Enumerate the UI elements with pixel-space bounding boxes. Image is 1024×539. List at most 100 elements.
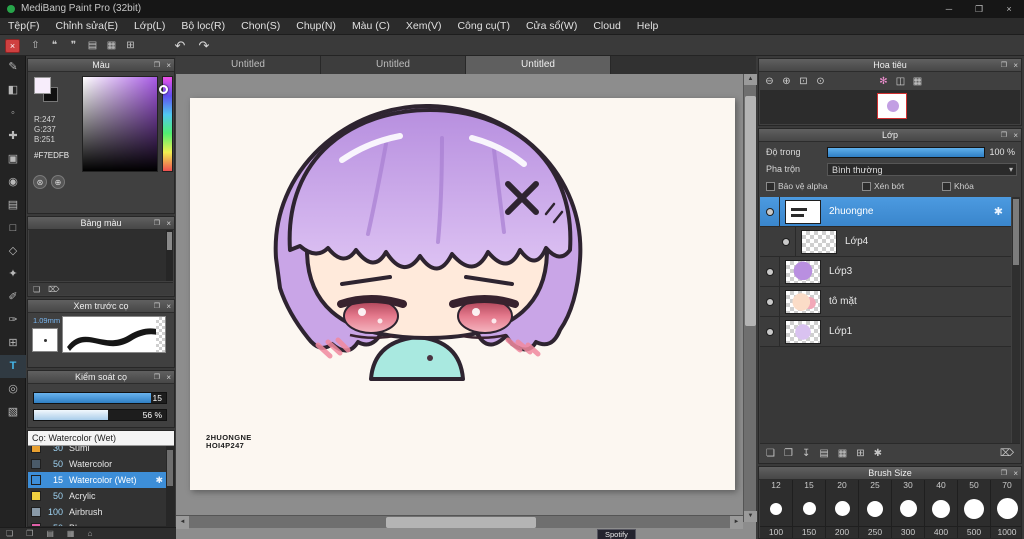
brush-size-option[interactable]: 200 — [826, 527, 858, 538]
brush-size-option[interactable]: 20 — [826, 480, 858, 526]
layer-settings-icon[interactable]: ✱ — [874, 448, 882, 459]
canvas[interactable]: 2HUONGNE HOI4P247 — [190, 98, 735, 490]
brush-item[interactable]: 50 Watercolor — [28, 456, 166, 472]
blend-mode-dropdown[interactable]: Bình thường ▾ — [827, 163, 1017, 176]
new-folder-icon[interactable]: ▤ — [819, 448, 828, 459]
menu-window[interactable]: Cửa sổ(W) — [518, 18, 585, 34]
select-eraser-tool[interactable]: ✑ — [0, 309, 26, 332]
eyedropper-tool[interactable]: ◎ — [0, 378, 26, 401]
menu-edit[interactable]: Chỉnh sửa(E) — [48, 18, 126, 34]
merge-layer-icon[interactable]: ⊞ — [856, 448, 864, 459]
popout-icon[interactable]: ❐ — [154, 217, 160, 230]
delete-palette-icon[interactable]: ⌦ — [48, 283, 59, 295]
zoom-actual-icon[interactable]: ⊙ — [812, 75, 829, 89]
layer-visibility-toggle[interactable] — [776, 226, 796, 257]
delete-layer-icon[interactable]: ⌦ — [1000, 448, 1014, 459]
select-tool[interactable]: □ — [0, 217, 26, 240]
undo-button[interactable]: ↶ — [168, 38, 192, 54]
layer-row[interactable]: Lớp1 — [760, 316, 1011, 347]
horizontal-scroll-thumb[interactable] — [386, 517, 536, 528]
brush-size-option[interactable]: 400 — [925, 527, 957, 538]
magic-wand-tool[interactable]: ✦ — [0, 263, 26, 286]
menu-tools[interactable]: Công cụ(T) — [449, 18, 518, 34]
brush-list-scrollbar[interactable] — [166, 446, 174, 526]
brush-size-slider[interactable]: 15 — [33, 392, 167, 404]
brush-size-option[interactable]: 15 — [793, 480, 825, 526]
foreground-color-swatch[interactable] — [34, 77, 51, 94]
brush-size-option[interactable]: 1000 — [991, 527, 1021, 538]
current-brush-label[interactable]: Cọ: Watercolor (Wet) — [28, 431, 174, 446]
brush-item[interactable]: 50 Acrylic — [28, 488, 166, 504]
add-color-icon[interactable]: ⊕ — [51, 175, 65, 189]
lasso-tool[interactable]: ◇ — [0, 240, 26, 263]
layer-list-scrollbar[interactable] — [1012, 197, 1020, 444]
popout-icon[interactable]: ❐ — [154, 300, 160, 313]
brush-size-option[interactable]: 40 — [925, 480, 957, 526]
brush-size-option[interactable]: 70 — [991, 480, 1021, 526]
status-icon-3[interactable]: ▤ — [46, 528, 54, 539]
zoom-in-icon[interactable]: ⊕ — [778, 75, 795, 89]
zoom-out-icon[interactable]: ⊖ — [761, 75, 778, 89]
menu-filter[interactable]: Bộ lọc(R) — [173, 18, 233, 34]
hue-slider-marker[interactable] — [159, 85, 168, 94]
protect-alpha-checkbox[interactable]: Bảo vệ alpha — [766, 181, 828, 191]
spotify-taskbar-button[interactable]: Spotify — [597, 529, 636, 539]
layer-row[interactable]: Lớp3 — [760, 256, 1011, 287]
list-icon[interactable]: ▦ — [102, 38, 121, 54]
flip-horizontal-icon[interactable]: ◫ — [892, 75, 909, 89]
new-layer-icon[interactable]: ❏ — [766, 448, 775, 459]
menu-cloud[interactable]: Cloud — [585, 18, 628, 34]
layer-row[interactable]: tô mặt — [760, 286, 1011, 317]
save-icon[interactable]: ⇧ — [26, 38, 45, 54]
move-tool[interactable]: ✚ — [0, 125, 26, 148]
close-panel-icon[interactable]: × — [1013, 129, 1018, 142]
close-panel-icon[interactable]: × — [1013, 467, 1018, 480]
comment-icon[interactable]: ❝ — [45, 38, 64, 54]
operation-tool[interactable]: ⊞ — [0, 332, 26, 355]
opacity-slider[interactable] — [827, 147, 985, 158]
layer-visibility-toggle[interactable] — [760, 316, 780, 347]
lock-checkbox[interactable]: Khóa — [942, 181, 974, 191]
dot-tool[interactable]: ◦ — [0, 102, 26, 125]
navigator-thumbnail[interactable] — [877, 93, 907, 119]
fit-window-icon[interactable]: ⊡ — [795, 75, 812, 89]
add-palette-icon[interactable]: ❏ — [33, 283, 40, 295]
palette-list[interactable] — [29, 230, 173, 281]
canvas-horizontal-scrollbar[interactable]: ◄ ► — [176, 515, 743, 529]
popout-icon[interactable]: ❐ — [1001, 467, 1007, 480]
popout-icon[interactable]: ❐ — [154, 59, 160, 72]
brush-tool[interactable]: ✎ — [0, 56, 26, 79]
brush-settings-gear-icon[interactable]: ✱ — [155, 475, 163, 486]
brush-item-selected[interactable]: 15 Watercolor (Wet) ✱ — [28, 472, 166, 488]
gradient-tool[interactable]: ▤ — [0, 194, 26, 217]
status-icon-4[interactable]: ▦ — [67, 528, 75, 539]
close-panel-icon[interactable]: × — [166, 300, 171, 313]
layer-row-selected[interactable]: 2huongne ✱ — [760, 197, 1011, 227]
brush-item[interactable]: 30 Sumi — [28, 446, 166, 456]
tab-untitled-1[interactable]: Untitled — [176, 56, 321, 74]
duplicate-layer-icon[interactable]: ❐ — [784, 448, 793, 459]
status-icon-5[interactable]: ⌂ — [87, 528, 92, 539]
text-tool[interactable]: T — [0, 355, 26, 378]
close-panel-icon[interactable]: × — [166, 371, 171, 384]
saturation-value-picker[interactable] — [82, 76, 158, 172]
brush-size-option[interactable]: 250 — [859, 527, 891, 538]
close-panel-icon[interactable]: × — [166, 217, 171, 230]
menu-view[interactable]: Xem(V) — [398, 18, 450, 34]
layer-row[interactable]: Lớp4 — [760, 226, 1011, 257]
palette-scrollbar[interactable] — [166, 230, 173, 281]
layer-visibility-toggle[interactable] — [760, 197, 780, 227]
eraser-tool[interactable]: ◧ — [0, 79, 26, 102]
brush-size-option[interactable]: 150 — [793, 527, 825, 538]
clipping-checkbox[interactable]: Xén bớt — [862, 181, 904, 191]
vertical-scroll-thumb[interactable] — [745, 96, 756, 326]
scroll-up-arrow[interactable]: ▲ — [744, 74, 757, 85]
menu-color[interactable]: Màu (C) — [344, 18, 398, 34]
status-icon-1[interactable]: ❏ — [6, 528, 13, 539]
popout-icon[interactable]: ❐ — [1001, 59, 1007, 72]
menu-select[interactable]: Chọn(S) — [233, 18, 288, 34]
brush-size-option[interactable]: 300 — [892, 527, 924, 538]
brush-size-option[interactable]: 12 — [760, 480, 792, 526]
color-wheel-icon[interactable]: ⊛ — [33, 175, 47, 189]
layer-settings-gear-icon[interactable]: ✱ — [994, 205, 1003, 218]
